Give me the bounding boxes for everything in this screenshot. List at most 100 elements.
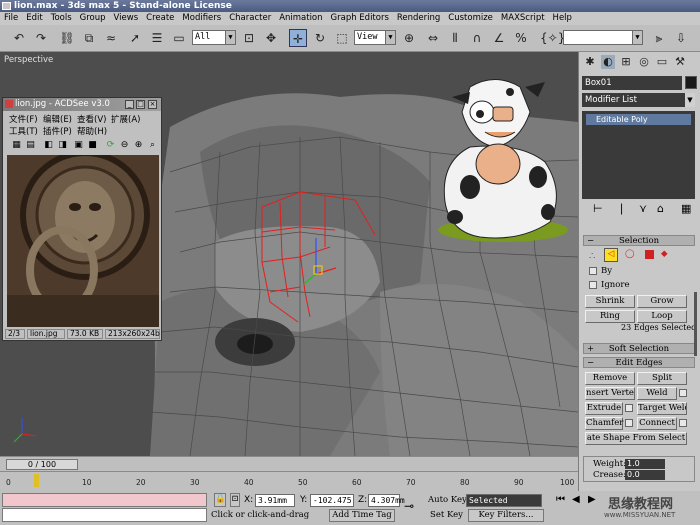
redo-icon[interactable]: ↷ bbox=[32, 29, 50, 47]
acdsee-menu-tools[interactable]: 工具(T) bbox=[9, 125, 38, 137]
rect-selection-icon[interactable]: ▭ bbox=[170, 29, 188, 47]
select-move-icon[interactable]: ✥ bbox=[262, 29, 280, 47]
extrude-settings-icon[interactable] bbox=[625, 404, 633, 412]
add-time-tag-button[interactable]: Add Time Tag bbox=[329, 509, 395, 522]
menu-modifiers[interactable]: Modifiers bbox=[178, 12, 225, 25]
menu-maxscript[interactable]: MAXScript bbox=[497, 12, 549, 25]
create-tab-icon[interactable]: ✱ bbox=[583, 55, 597, 69]
viewport-label[interactable]: Perspective bbox=[4, 55, 53, 65]
acdsee-menu-edit[interactable]: 编辑(E) bbox=[43, 113, 72, 125]
named-selection-icon[interactable]: {✧} bbox=[540, 29, 565, 47]
grow-button[interactable]: Grow bbox=[637, 295, 687, 308]
time-slider-thumb[interactable]: 0 / 100 bbox=[6, 459, 78, 470]
bind-space-warp-icon[interactable]: ≈ bbox=[102, 29, 120, 47]
select-object-icon[interactable]: ➚ bbox=[126, 29, 144, 47]
weight-spinner[interactable]: 1.0 bbox=[625, 459, 665, 469]
minimize-icon[interactable]: _ bbox=[125, 100, 134, 109]
chamfer-button[interactable]: Chamfer bbox=[585, 417, 623, 430]
zoom-out-icon[interactable]: ⊖ bbox=[119, 140, 130, 151]
object-name-field[interactable]: Box01 bbox=[582, 76, 682, 90]
track-bar[interactable]: 0 10 20 30 40 50 60 70 80 90 100 bbox=[0, 471, 578, 491]
crease-spinner[interactable]: 0.0 bbox=[625, 470, 665, 480]
keyframe-marker[interactable] bbox=[34, 474, 39, 487]
align-icon[interactable]: ⫴ bbox=[446, 29, 464, 47]
select-move-active-icon[interactable]: ✛ bbox=[289, 29, 307, 47]
close-icon[interactable]: × bbox=[148, 100, 157, 109]
show-end-result-icon[interactable]: ❘ bbox=[617, 202, 626, 215]
create-shape-button[interactable]: ate Shape From Select bbox=[585, 432, 687, 445]
maximize-icon[interactable]: □ bbox=[136, 100, 145, 109]
stop-icon[interactable]: ■ bbox=[87, 140, 98, 151]
auto-key-button[interactable]: Auto Key bbox=[428, 495, 467, 505]
acdsee-menu-extend[interactable]: 扩展(A) bbox=[111, 113, 140, 125]
edit-edges-rollout-header[interactable]: − Edit Edges bbox=[583, 357, 695, 368]
prev-image-icon[interactable]: ◧ bbox=[43, 140, 54, 151]
target-weld-button[interactable]: Target Weld bbox=[637, 402, 687, 415]
soft-selection-rollout-header[interactable]: + Soft Selection bbox=[583, 343, 695, 354]
unlink-icon[interactable]: ⧉ bbox=[80, 29, 98, 47]
acdsee-menu-file[interactable]: 文件(F) bbox=[9, 113, 38, 125]
connect-settings-icon[interactable] bbox=[679, 419, 687, 427]
menu-tools[interactable]: Tools bbox=[47, 12, 76, 25]
element-mode-icon[interactable]: ◆ bbox=[661, 249, 668, 259]
ref-coord-dropdown[interactable]: View ▼ bbox=[354, 30, 396, 45]
pivot-center-icon[interactable]: ⊕ bbox=[400, 29, 418, 47]
y-coord-field[interactable]: -102.475 bbox=[310, 494, 354, 507]
rotate-icon[interactable]: ⟳ bbox=[105, 140, 116, 151]
chamfer-settings-icon[interactable] bbox=[625, 419, 633, 427]
modifier-list-dropdown[interactable]: Modifier List ▼ bbox=[582, 93, 695, 107]
menu-rendering[interactable]: Rendering bbox=[393, 12, 444, 25]
stack-item-editable-poly[interactable]: Editable Poly bbox=[586, 114, 691, 125]
vertex-mode-icon[interactable]: ∴ bbox=[589, 251, 595, 262]
named-selection-set-dropdown[interactable]: ▼ bbox=[563, 30, 643, 45]
window-crossing-icon[interactable]: ⊡ bbox=[240, 29, 258, 47]
next-image-icon[interactable]: ◨ bbox=[57, 140, 68, 151]
acdsee-window[interactable]: lion.jpg - ACDSee v3.0 _ □ × 文件(F) 编辑(E)… bbox=[2, 97, 162, 341]
remove-modifier-icon[interactable]: ⌂ bbox=[657, 202, 664, 215]
zoom-in-icon[interactable]: ⊕ bbox=[133, 140, 144, 151]
play-icon[interactable]: ▶ bbox=[588, 494, 596, 505]
key-mode-dropdown[interactable]: Selected bbox=[466, 494, 542, 507]
menu-file[interactable]: File bbox=[0, 12, 22, 25]
key-filters-button[interactable]: Key Filters... bbox=[468, 509, 544, 522]
utilities-tab-icon[interactable]: ⚒ bbox=[673, 55, 687, 69]
zoom-fit-icon[interactable]: ⌕ bbox=[147, 140, 158, 151]
acdsee-menu-view[interactable]: 查看(V) bbox=[77, 113, 106, 125]
select-scale-icon[interactable]: ⬚ bbox=[333, 29, 351, 47]
selection-rollout-header[interactable]: − Selection bbox=[583, 235, 695, 246]
absolute-mode-icon[interactable]: ⊡ bbox=[230, 493, 240, 507]
ignore-backfacing-checkbox[interactable] bbox=[589, 281, 597, 289]
select-link-icon[interactable]: ⛓ bbox=[58, 29, 76, 47]
menu-create[interactable]: Create bbox=[142, 12, 178, 25]
menu-graph-editors[interactable]: Graph Editors bbox=[327, 12, 393, 25]
acdsee-menu-plugins[interactable]: 插件(P) bbox=[43, 125, 72, 137]
menu-group[interactable]: Group bbox=[76, 12, 110, 25]
menu-help[interactable]: Help bbox=[549, 12, 576, 25]
split-button[interactable]: Split bbox=[637, 372, 687, 385]
open-folder-icon[interactable]: ▤ bbox=[25, 140, 36, 151]
mirror-tool-icon[interactable]: ⫸ bbox=[650, 29, 668, 47]
menu-views[interactable]: Views bbox=[110, 12, 143, 25]
shrink-button[interactable]: Shrink bbox=[585, 295, 635, 308]
connect-button[interactable]: Connect bbox=[637, 417, 677, 430]
display-tab-icon[interactable]: ▭ bbox=[655, 55, 669, 69]
time-slider[interactable]: 0 / 100 bbox=[0, 456, 578, 471]
select-by-name-icon[interactable]: ☰ bbox=[148, 29, 166, 47]
ring-button[interactable]: Ring bbox=[585, 310, 635, 323]
pin-stack-icon[interactable]: ⊢ bbox=[593, 202, 603, 215]
menu-character[interactable]: Character bbox=[225, 12, 275, 25]
snap-3d-icon[interactable]: ∩ bbox=[468, 29, 486, 47]
x-coord-field[interactable]: 3.91mm bbox=[255, 494, 295, 507]
mirror-icon[interactable]: ⇔ bbox=[424, 29, 442, 47]
selection-lock-icon[interactable]: 🔒 bbox=[214, 493, 226, 507]
maxscript-listener-macro[interactable] bbox=[2, 493, 207, 507]
menu-customize[interactable]: Customize bbox=[444, 12, 497, 25]
extrude-button[interactable]: Extrude bbox=[585, 402, 623, 415]
set-key-icon[interactable]: ⊸ bbox=[404, 499, 414, 513]
menu-animation[interactable]: Animation bbox=[275, 12, 326, 25]
undo-icon[interactable]: ↶ bbox=[10, 29, 28, 47]
percent-snap-icon[interactable]: % bbox=[512, 29, 530, 47]
edge-mode-icon[interactable]: ◁ bbox=[604, 248, 618, 262]
remove-button[interactable]: Remove bbox=[585, 372, 635, 385]
weld-button[interactable]: Weld bbox=[637, 387, 677, 400]
